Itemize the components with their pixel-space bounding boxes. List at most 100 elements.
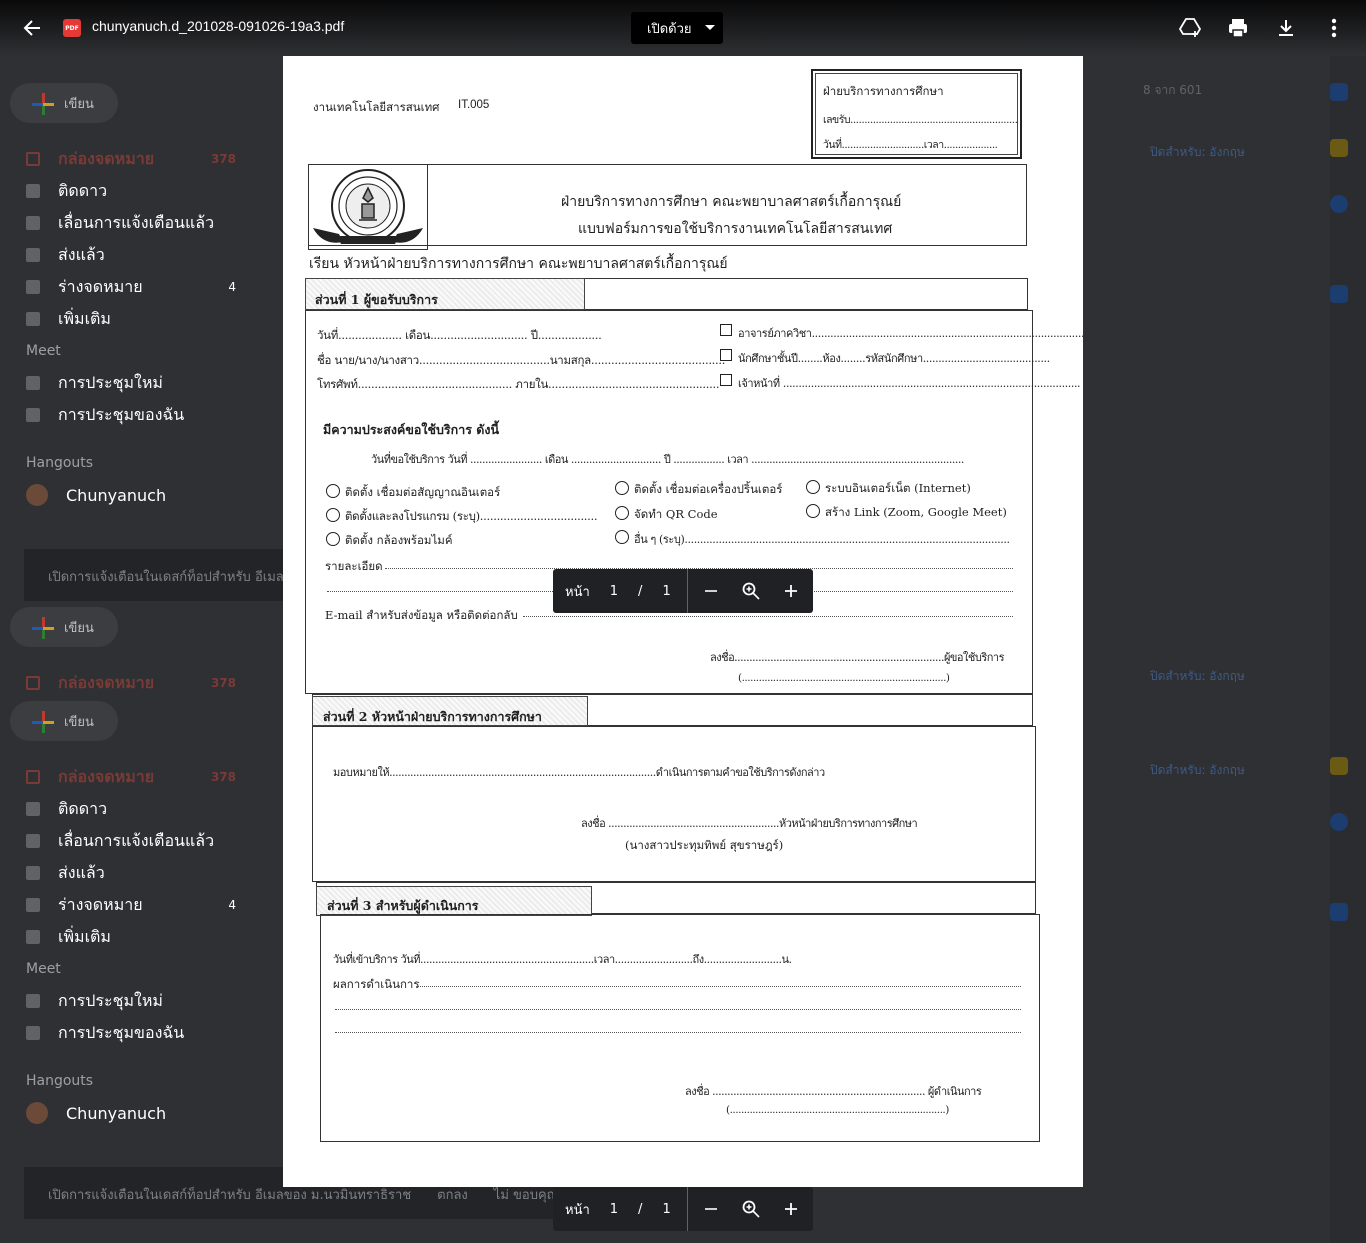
more-label: เพิ่มเติม xyxy=(58,308,111,328)
drafts-label: ร่างจดหมาย xyxy=(58,276,143,296)
file-name: chunyanuch.d_201028-091026-19a3.pdf xyxy=(92,18,345,34)
download-icon[interactable] xyxy=(1272,14,1300,42)
page-label: หน้า xyxy=(565,1202,590,1218)
total-pages: 1 xyxy=(662,583,671,599)
zoom-icon[interactable] xyxy=(739,1197,763,1221)
option-teacher: อาจารย์ภาควิชา..........................… xyxy=(738,327,1083,340)
star-icon xyxy=(26,802,40,816)
message-count: 8 จาก 601 xyxy=(1143,83,1203,97)
new-meeting-label: การประชุมใหม่ xyxy=(58,372,163,392)
zoom-out-icon[interactable] xyxy=(699,579,723,603)
my-meetings-label: การประชุมของฉัน xyxy=(58,1022,185,1042)
sidebar-item-sent-2: ส่งแล้ว xyxy=(26,862,236,884)
avatar xyxy=(26,484,48,506)
sidebar-item-drafts-2: ร่างจดหมาย 4 xyxy=(26,894,236,916)
zoom-icon[interactable] xyxy=(739,579,763,603)
my-meetings-label: การประชุมของฉัน xyxy=(58,404,185,424)
purpose-heading: มีความประสงค์ขอใช้บริการ ดังนี้ xyxy=(323,422,500,437)
translate-tag: ปิดสำหรับ: อังกฤษ xyxy=(1150,145,1245,159)
starred-label: ติดดาว xyxy=(58,180,108,200)
option-student: นักศึกษาชั้นปี........ห้อง........รหัสนั… xyxy=(738,352,1050,365)
current-page-input[interactable]: 1 xyxy=(610,1202,618,1217)
compose-label: เขียน xyxy=(64,96,94,112)
radio-svc-camera xyxy=(326,532,340,546)
sidebar-item-sent: ส่งแล้ว xyxy=(26,244,236,266)
calendar-app-icon xyxy=(1330,83,1348,101)
s3-date-line: วันที่เข้าบริการ วันที่.................… xyxy=(333,953,792,966)
compose-label: เขียน xyxy=(64,714,94,730)
sidebar-item-more: เพิ่มเติม xyxy=(26,308,236,330)
radio-svc-network xyxy=(326,484,340,498)
sidebar-item-new-meeting-2: การประชุมใหม่ xyxy=(26,990,236,1012)
sidebar-item-more-2: เพิ่มเติม xyxy=(26,926,236,948)
plus-icon xyxy=(32,93,54,115)
inbox-count: 378 xyxy=(210,152,236,166)
faculty-logo-icon xyxy=(313,169,423,244)
meet-app-icon xyxy=(1330,903,1348,921)
meet-app-icon xyxy=(1330,285,1348,303)
pdf-file-icon: PDF xyxy=(63,19,81,37)
add-to-drive-icon[interactable] xyxy=(1176,14,1204,42)
receipt-box-title: ฝ่ายบริการทางการศึกษา xyxy=(823,84,944,98)
email-label: E-mail สำหรับส่งข้อมูล หรือติดต่อกลับ xyxy=(325,608,518,622)
current-page-input[interactable]: 1 xyxy=(610,584,618,599)
draft-icon xyxy=(26,280,40,294)
open-with-button[interactable]: เปิดด้วย xyxy=(631,12,723,44)
starred-label: ติดดาว xyxy=(58,798,108,818)
hangouts-heading: Hangouts xyxy=(26,455,94,471)
compose-label: เขียน xyxy=(64,620,94,636)
pager-divider xyxy=(687,1187,688,1231)
pager-divider xyxy=(687,569,688,613)
s1-name-line: ชื่อ นาย/นาง/นางสาว.....................… xyxy=(317,353,726,367)
option-staff: เจ้าหน้าที่ ............................… xyxy=(738,377,1081,390)
send-icon xyxy=(26,248,40,262)
translate-tag: ปิดสำหรับ: อังกฤษ xyxy=(1150,763,1245,777)
hangouts-user-2: Chunyanuch xyxy=(26,1102,236,1124)
total-pages: 1 xyxy=(662,1201,671,1217)
checkbox-teacher xyxy=(720,324,732,336)
page-navigator: หน้า 1 / 1 xyxy=(553,569,813,613)
side-panel xyxy=(1330,56,1366,1243)
more-options-icon[interactable] xyxy=(1320,14,1348,42)
s3-signature-name: (.......................................… xyxy=(726,1104,949,1116)
zoom-out-icon[interactable] xyxy=(699,1197,723,1221)
compose-button: เขียน xyxy=(10,83,118,123)
section1-title: ส่วนที่ 1 ผู้ขอรับบริการ xyxy=(315,292,438,307)
keep-app-icon xyxy=(1330,139,1348,157)
inbox-icon xyxy=(26,770,40,784)
page-separator: / xyxy=(638,1201,643,1217)
zoom-in-icon[interactable] xyxy=(779,1197,803,1221)
s3-result-label: ผลการดำเนินการ xyxy=(333,977,420,991)
section2-body xyxy=(312,726,1036,882)
inbox-label: กล่องจดหมาย xyxy=(58,766,155,786)
inbox-label: กล่องจดหมาย xyxy=(58,148,155,168)
clock-icon xyxy=(26,216,40,230)
section3-title: ส่วนที่ 3 สำหรับผู้ดำเนินการ xyxy=(327,898,479,913)
page-separator: / xyxy=(638,583,643,599)
back-arrow-icon[interactable] xyxy=(18,14,46,42)
video-icon xyxy=(26,376,40,390)
form-title-line2: แบบฟอร์มการขอใช้บริการงานเทคโนโลยีสารสนเ… xyxy=(578,221,893,237)
radio-svc-other xyxy=(615,530,629,544)
zoom-in-icon[interactable] xyxy=(779,579,803,603)
checkbox-student xyxy=(720,349,732,361)
service-printer: ติดตั้ง เชื่อมต่อเครื่องปริ้นเตอร์ xyxy=(634,482,783,496)
snoozed-label: เลื่อนการแจ้งเตือนแล้ว xyxy=(58,830,215,850)
service-network: ติดตั้ง เชื่อมต่อสัญญาณอินเตอร์ xyxy=(345,485,501,499)
details-label: รายละเอียด xyxy=(325,559,383,573)
viewer-toolbar: PDF chunyanuch.d_201028-091026-19a3.pdf … xyxy=(0,0,1366,56)
draft-icon xyxy=(26,898,40,912)
s2-head-name: (นางสาวประทุมทิพย์ สุขราษฎร์) xyxy=(625,838,784,852)
sidebar-item-drafts: ร่างจดหมาย 4 xyxy=(26,276,236,298)
receipt-date: วันที่.............................เวลา.… xyxy=(823,139,998,151)
video-icon xyxy=(26,994,40,1008)
department-label: งานเทคโนโลยีสารสนเทศ xyxy=(313,100,440,114)
print-icon[interactable] xyxy=(1224,14,1252,42)
service-qr: จัดทำ QR Code xyxy=(634,507,718,521)
page-label: หน้า xyxy=(565,584,590,600)
inbox-label: กล่องจดหมาย xyxy=(58,672,155,692)
service-other: อื่น ๆ (ระบุ)...........................… xyxy=(634,533,1010,546)
form-code: IT.005 xyxy=(458,99,490,111)
toast-text: เปิดการแจ้งเตือนในเดสก์ท็อปสำหรับ อีเมลข… xyxy=(48,1188,412,1203)
sidebar-item-inbox-2: กล่องจดหมาย 378 xyxy=(26,672,236,694)
